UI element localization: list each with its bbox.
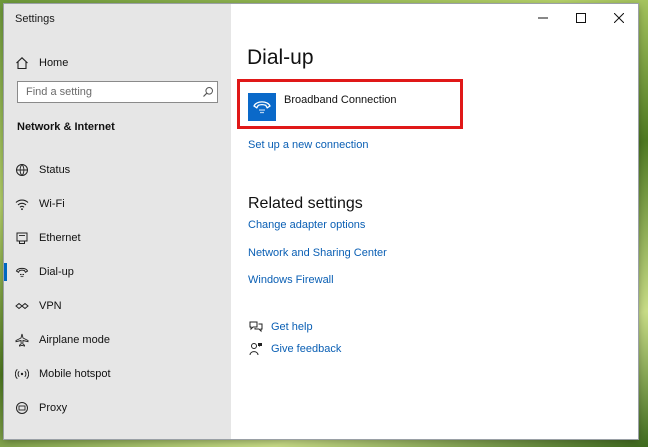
related-settings-heading: Related settings [248, 195, 363, 212]
sidebar-item-airplane-mode[interactable]: Airplane mode [4, 323, 231, 357]
sidebar-item-wifi[interactable]: Wi-Fi [4, 187, 231, 221]
get-help-row[interactable]: Get help [248, 320, 313, 333]
home-icon [5, 56, 39, 70]
vpn-icon [5, 299, 39, 313]
search-box[interactable] [17, 81, 218, 103]
sidebar-item-label: Airplane mode [39, 334, 110, 346]
maximize-button[interactable] [562, 4, 600, 34]
sidebar-item-status[interactable]: Status [4, 153, 231, 187]
settings-window: Settings Home Network & Internet Status [4, 4, 638, 439]
airplane-icon [5, 333, 39, 347]
globe-icon [5, 163, 39, 177]
window-controls [524, 4, 638, 34]
get-help-link[interactable]: Get help [271, 321, 313, 333]
app-title: Settings [15, 13, 55, 25]
search-icon[interactable] [199, 86, 217, 98]
sidebar-item-label: Ethernet [39, 232, 81, 244]
give-feedback-link[interactable]: Give feedback [271, 343, 341, 355]
sidebar-item-label: Home [39, 57, 69, 69]
maximize-icon [576, 10, 586, 28]
sidebar-item-mobile-hotspot[interactable]: Mobile hotspot [4, 357, 231, 391]
proxy-icon [5, 401, 39, 415]
change-adapter-options-link[interactable]: Change adapter options [248, 219, 365, 231]
windows-firewall-link[interactable]: Windows Firewall [248, 274, 334, 286]
minimize-button[interactable] [524, 4, 562, 34]
dialup-phone-icon [248, 93, 276, 121]
minimize-icon [538, 10, 548, 28]
sidebar-item-home[interactable]: Home [4, 46, 231, 80]
chat-help-icon [248, 320, 264, 333]
page-title: Dial-up [247, 46, 314, 69]
give-feedback-row[interactable]: Give feedback [248, 342, 341, 356]
sidebar-item-label: Wi-Fi [39, 198, 65, 210]
close-button[interactable] [600, 4, 638, 34]
dialup-phone-icon [5, 265, 39, 279]
sidebar-item-label: Proxy [39, 402, 68, 414]
sidebar-item-dialup[interactable]: Dial-up [4, 255, 231, 289]
sidebar: Settings Home Network & Internet Status [4, 4, 231, 439]
connection-label: Broadband Connection [284, 94, 397, 106]
sidebar-item-label: VPN [39, 300, 62, 312]
section-heading: Network & Internet [17, 121, 115, 133]
setup-new-connection-link[interactable]: Set up a new connection [248, 139, 368, 151]
sidebar-item-label: Status [39, 164, 71, 176]
search-input[interactable] [24, 85, 199, 99]
sidebar-item-label: Dial-up [39, 266, 74, 278]
sidebar-item-vpn[interactable]: VPN [4, 289, 231, 323]
sidebar-item-label: Mobile hotspot [39, 368, 111, 380]
network-sharing-center-link[interactable]: Network and Sharing Center [248, 247, 387, 259]
main-content: Dial-up Broadband Connection Set up a ne… [231, 4, 638, 439]
connection-tile[interactable]: Broadband Connection [248, 89, 478, 125]
hotspot-icon [5, 367, 39, 381]
ethernet-icon [5, 231, 39, 245]
close-icon [613, 10, 625, 28]
sidebar-item-proxy[interactable]: Proxy [4, 391, 231, 425]
sidebar-item-ethernet[interactable]: Ethernet [4, 221, 231, 255]
wifi-icon [5, 197, 39, 211]
feedback-person-icon [248, 342, 264, 356]
